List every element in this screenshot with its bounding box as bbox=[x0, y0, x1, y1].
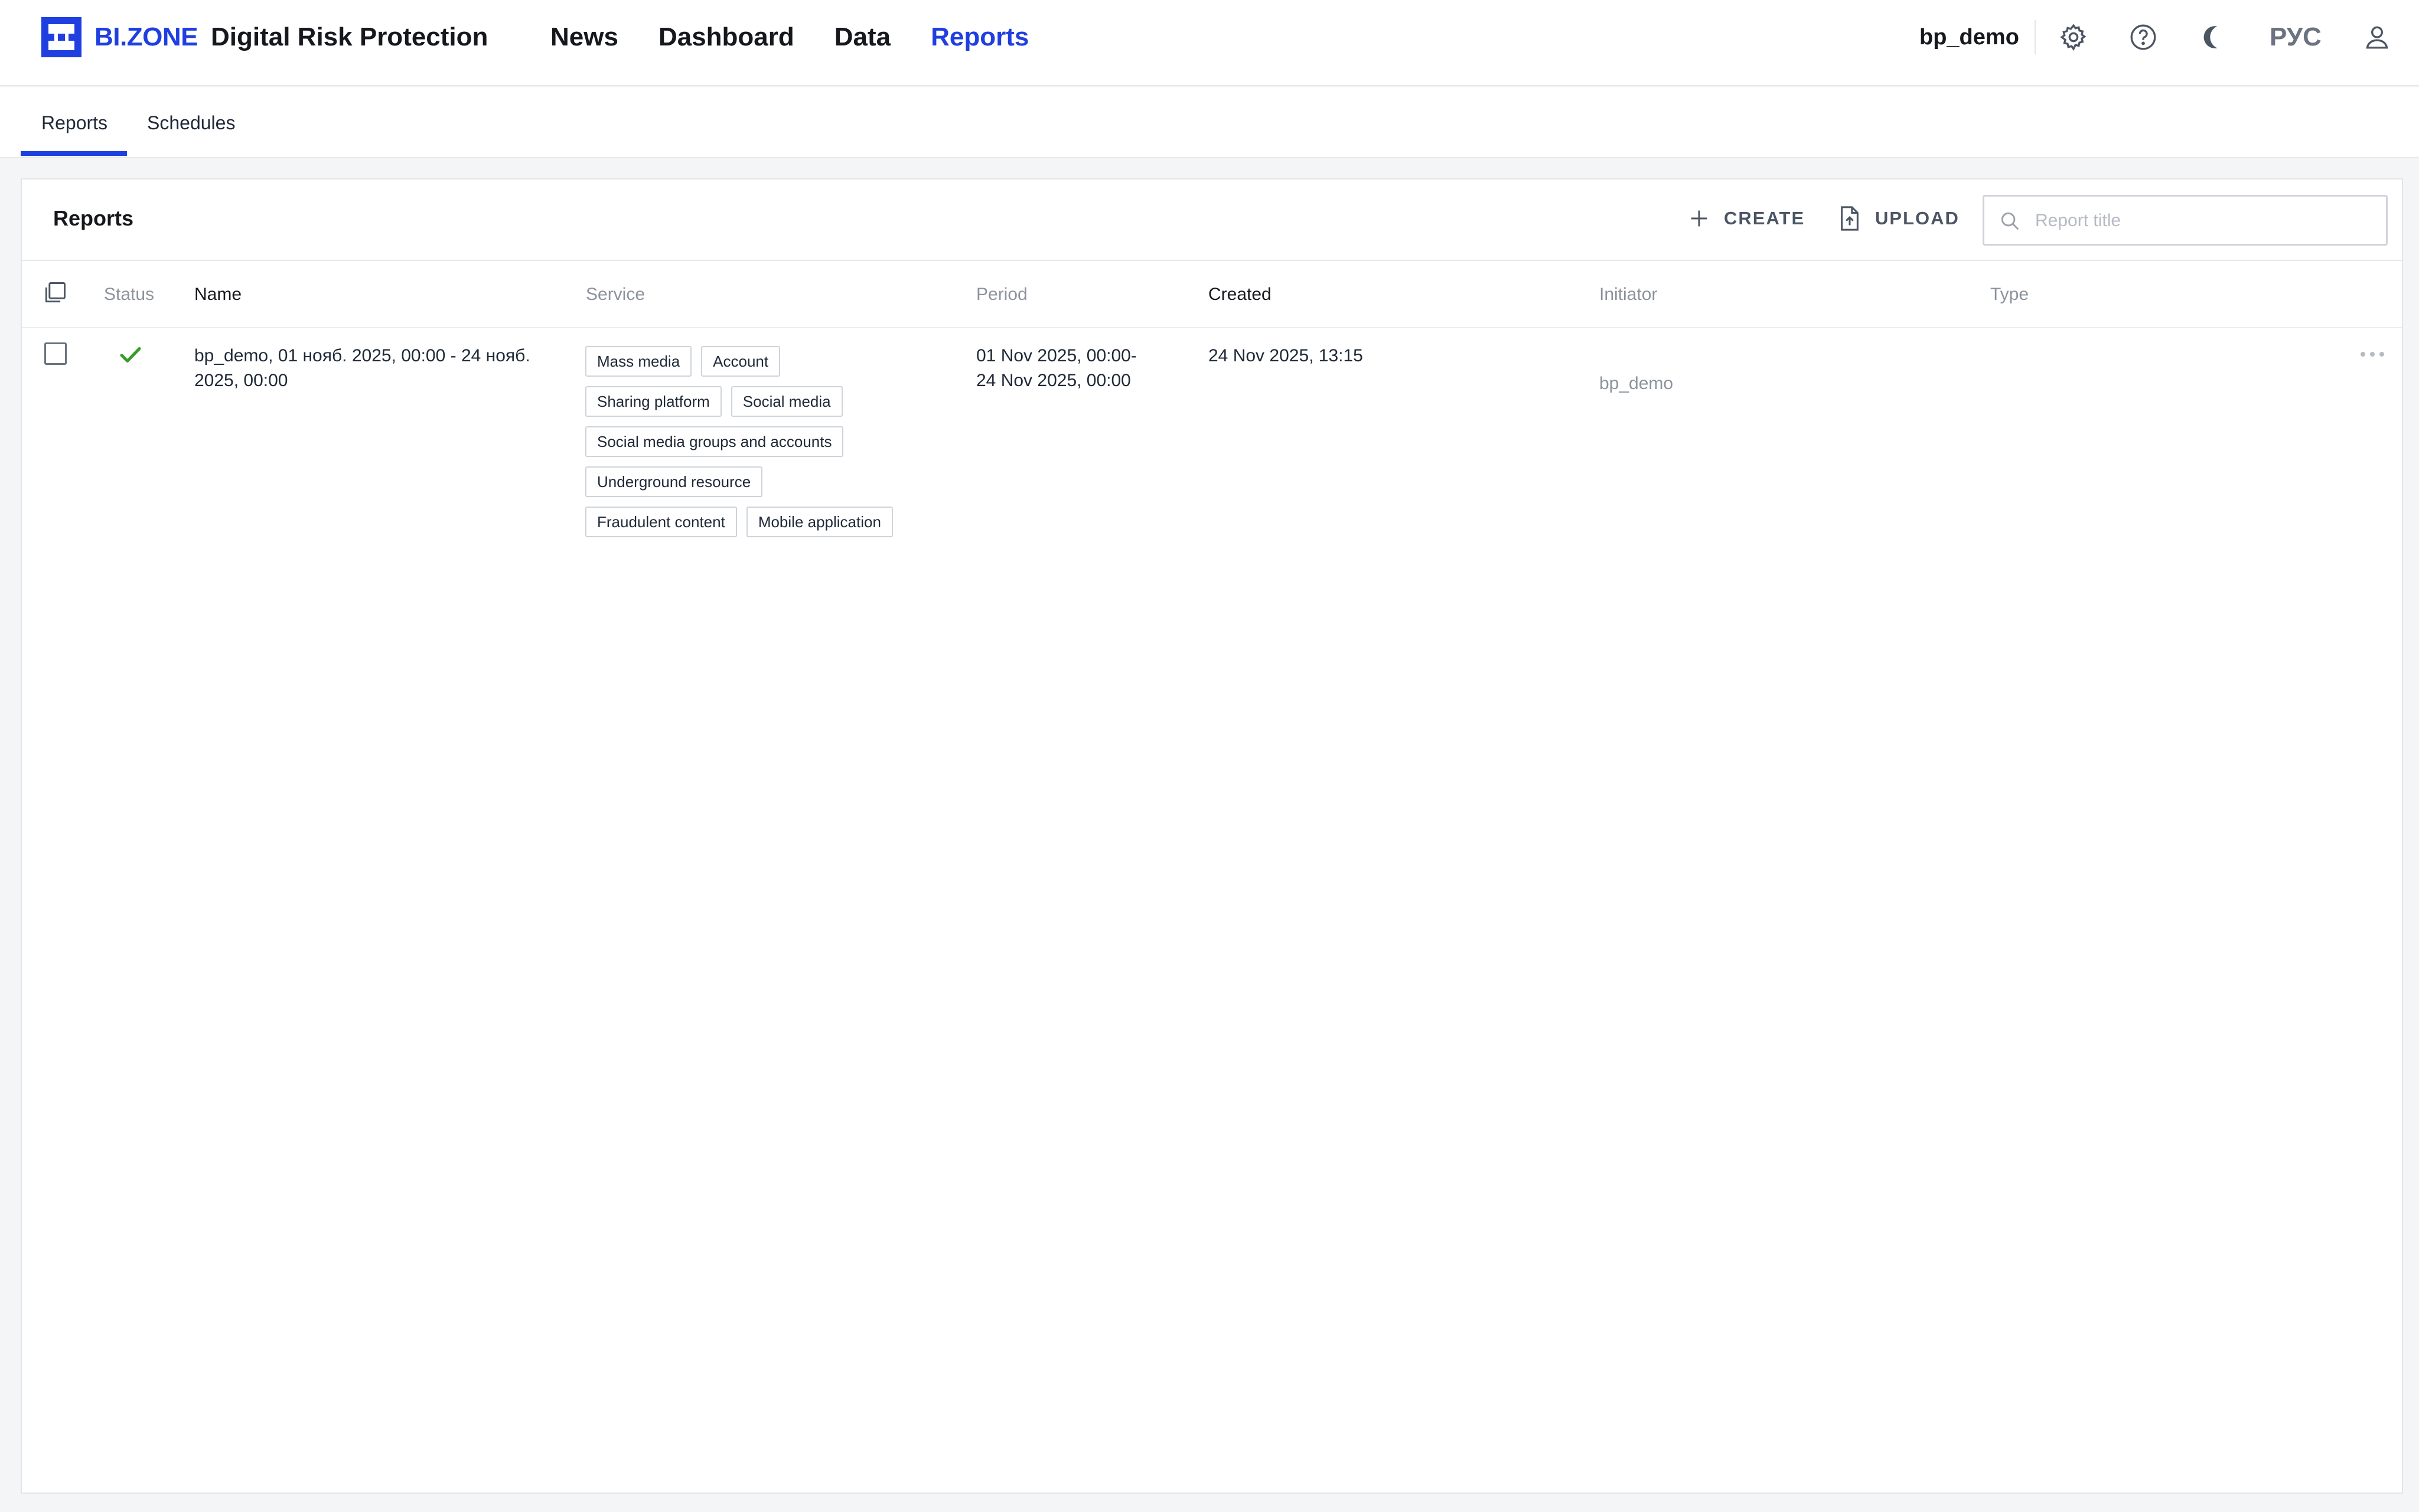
created-date: 24 Nov 2025, 13:15 bbox=[1208, 346, 1363, 365]
header-separator bbox=[22, 260, 2402, 261]
column-created[interactable]: Created bbox=[1208, 283, 1272, 306]
service-tag: Fraudulent content bbox=[585, 507, 737, 537]
column-service[interactable]: Service bbox=[586, 283, 645, 306]
nav-data[interactable]: Data bbox=[834, 22, 891, 52]
upload-label: UPLOAD bbox=[1875, 208, 1960, 228]
sub-tabs: Reports Schedules bbox=[0, 87, 2419, 158]
report-title-search-input[interactable] bbox=[2035, 207, 2366, 234]
column-header-separator bbox=[22, 327, 2402, 328]
more-options-icon[interactable] bbox=[2359, 351, 2385, 358]
service-tags: Mass media Account Sharing platform Soci… bbox=[585, 346, 940, 547]
initiator-name: bp_demo bbox=[1599, 374, 1674, 393]
gear-icon[interactable] bbox=[2059, 22, 2088, 52]
service-tag: Social media bbox=[731, 386, 843, 417]
language-switch[interactable]: РУС bbox=[2270, 22, 2322, 52]
report-name-line2[interactable]: 2025, 00:00 bbox=[194, 368, 288, 393]
user-icon[interactable] bbox=[2362, 22, 2392, 52]
active-tab-indicator bbox=[21, 151, 127, 156]
nav-news[interactable]: News bbox=[550, 22, 618, 52]
service-tag: Underground resource bbox=[585, 466, 763, 497]
reports-panel: Reports CREATE UPLOAD Status Name Servic… bbox=[21, 178, 2403, 1494]
column-type[interactable]: Type bbox=[1990, 283, 2029, 306]
create-label: CREATE bbox=[1724, 208, 1805, 228]
service-tag: Social media groups and accounts bbox=[585, 426, 844, 457]
report-name-line1[interactable]: bp_demo, 01 нояб. 2025, 00:00 - 24 нояб. bbox=[194, 344, 530, 368]
column-period[interactable]: Period bbox=[976, 283, 1028, 306]
bizone-logo-icon[interactable] bbox=[41, 17, 81, 57]
period-start: 01 Nov 2025, 00:00- bbox=[976, 346, 1137, 365]
plus-icon bbox=[1691, 210, 1707, 227]
search-box bbox=[1983, 195, 2388, 246]
nav-dashboard[interactable]: Dashboard bbox=[658, 22, 794, 52]
search-icon bbox=[2001, 212, 2019, 230]
moon-icon[interactable] bbox=[2198, 22, 2228, 52]
username[interactable]: bp_demo bbox=[1919, 24, 2019, 51]
column-initiator[interactable]: Initiator bbox=[1599, 283, 1657, 306]
nav-reports[interactable]: Reports bbox=[931, 22, 1029, 52]
create-button[interactable]: CREATE bbox=[1687, 204, 1805, 233]
period-end: 24 Nov 2025, 00:00 bbox=[976, 371, 1131, 390]
brand-name[interactable]: BI.ZONE bbox=[94, 22, 198, 52]
header-divider bbox=[2035, 20, 2036, 54]
service-tag: Mobile application bbox=[746, 507, 893, 537]
upload-button[interactable]: UPLOAD bbox=[1837, 204, 1960, 233]
panel-title: Reports bbox=[53, 206, 134, 230]
product-name: Digital Risk Protection bbox=[211, 22, 488, 51]
service-tag: Account bbox=[701, 346, 781, 377]
top-header: BI.ZONE Digital Risk Protection News Das… bbox=[0, 0, 2419, 86]
main-nav: News Dashboard Data Reports bbox=[550, 22, 1069, 52]
help-icon[interactable] bbox=[2128, 22, 2158, 52]
tab-reports[interactable]: Reports bbox=[41, 111, 107, 135]
service-tag: Sharing platform bbox=[585, 386, 722, 417]
file-upload-icon bbox=[1841, 206, 1859, 231]
service-tag: Mass media bbox=[585, 346, 692, 377]
select-all-icon[interactable] bbox=[42, 280, 68, 306]
column-status[interactable]: Status bbox=[104, 283, 154, 306]
checkmark-icon bbox=[120, 347, 141, 363]
column-name[interactable]: Name bbox=[194, 283, 242, 306]
tab-schedules[interactable]: Schedules bbox=[147, 111, 235, 135]
row-checkbox[interactable] bbox=[44, 342, 67, 365]
